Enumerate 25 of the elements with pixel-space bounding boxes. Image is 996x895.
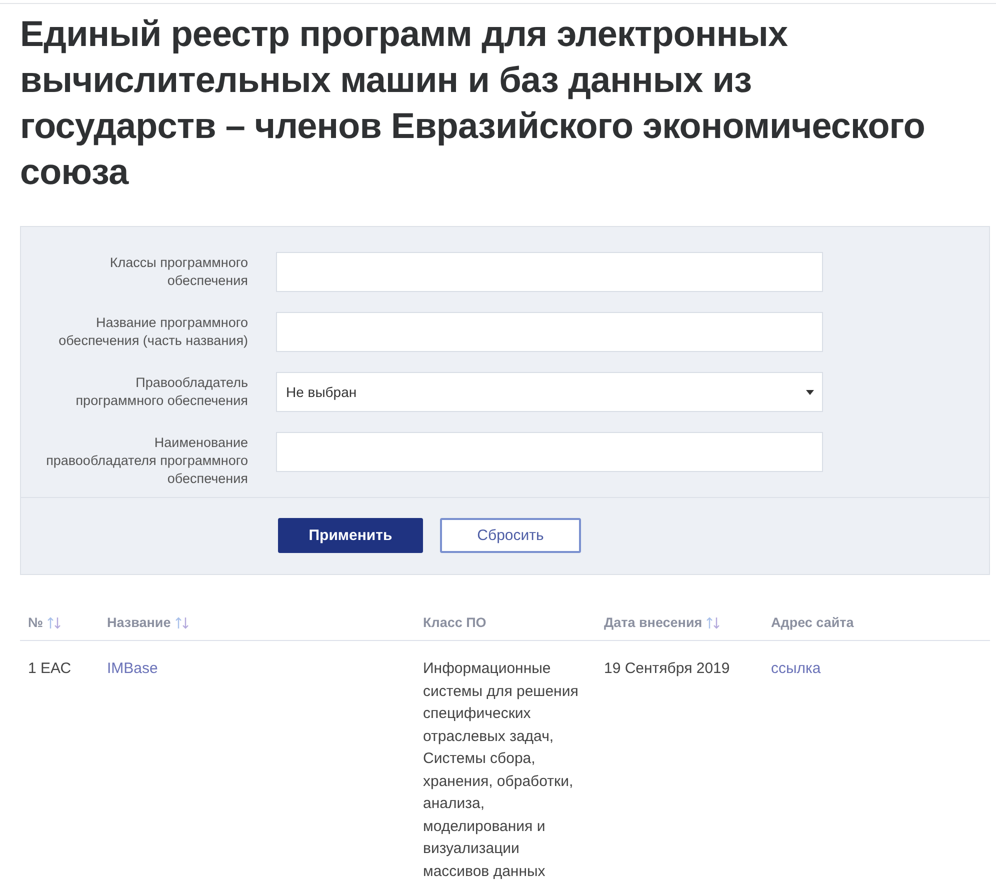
page-title: Единый реестр программ для электронных вычислительных машин и баз данных из государств – членов Евразийского экономического союза: [20, 12, 926, 194]
table-link[interactable]: ссылка: [771, 660, 821, 677]
column-header[interactable]: Название: [107, 615, 171, 630]
text-input-field[interactable]: [276, 252, 823, 292]
table-cell: Информационные системы для решения специфических отраслевых задач, Системы сбора, хранения, обработки, анализа, моделирования и визуализации массивов данных: [423, 660, 578, 880]
field-label: Наименование правообладателя программного обеспечения: [45, 434, 248, 488]
sort-icon[interactable]: [47, 616, 62, 628]
field-label: Правообладатель программного обеспечения: [74, 374, 248, 410]
text-input-field[interactable]: [276, 432, 823, 472]
table-cell: 1 ЕАС: [28, 660, 72, 677]
field-label: Название программного обеспечения (часть названия): [58, 314, 248, 350]
table-cell: 19 Сентября 2019: [604, 660, 730, 677]
text-input-field[interactable]: [276, 312, 823, 352]
caret-icon: [806, 390, 814, 394]
select-field[interactable]: Не выбран: [276, 372, 823, 412]
table-link[interactable]: IMBase: [107, 660, 158, 677]
reset-button[interactable]: Сбросить: [440, 518, 581, 553]
sort-icon[interactable]: [174, 616, 189, 628]
column-header[interactable]: №: [28, 615, 44, 630]
column-header[interactable]: Дата внесения: [604, 615, 702, 630]
column-header: Адрес сайта: [771, 615, 854, 630]
field-label: Классы программного обеспечения: [108, 254, 248, 290]
apply-button[interactable]: Применить: [278, 518, 423, 553]
column-header: Класс ПО: [423, 615, 486, 630]
sort-icon[interactable]: [706, 616, 720, 628]
